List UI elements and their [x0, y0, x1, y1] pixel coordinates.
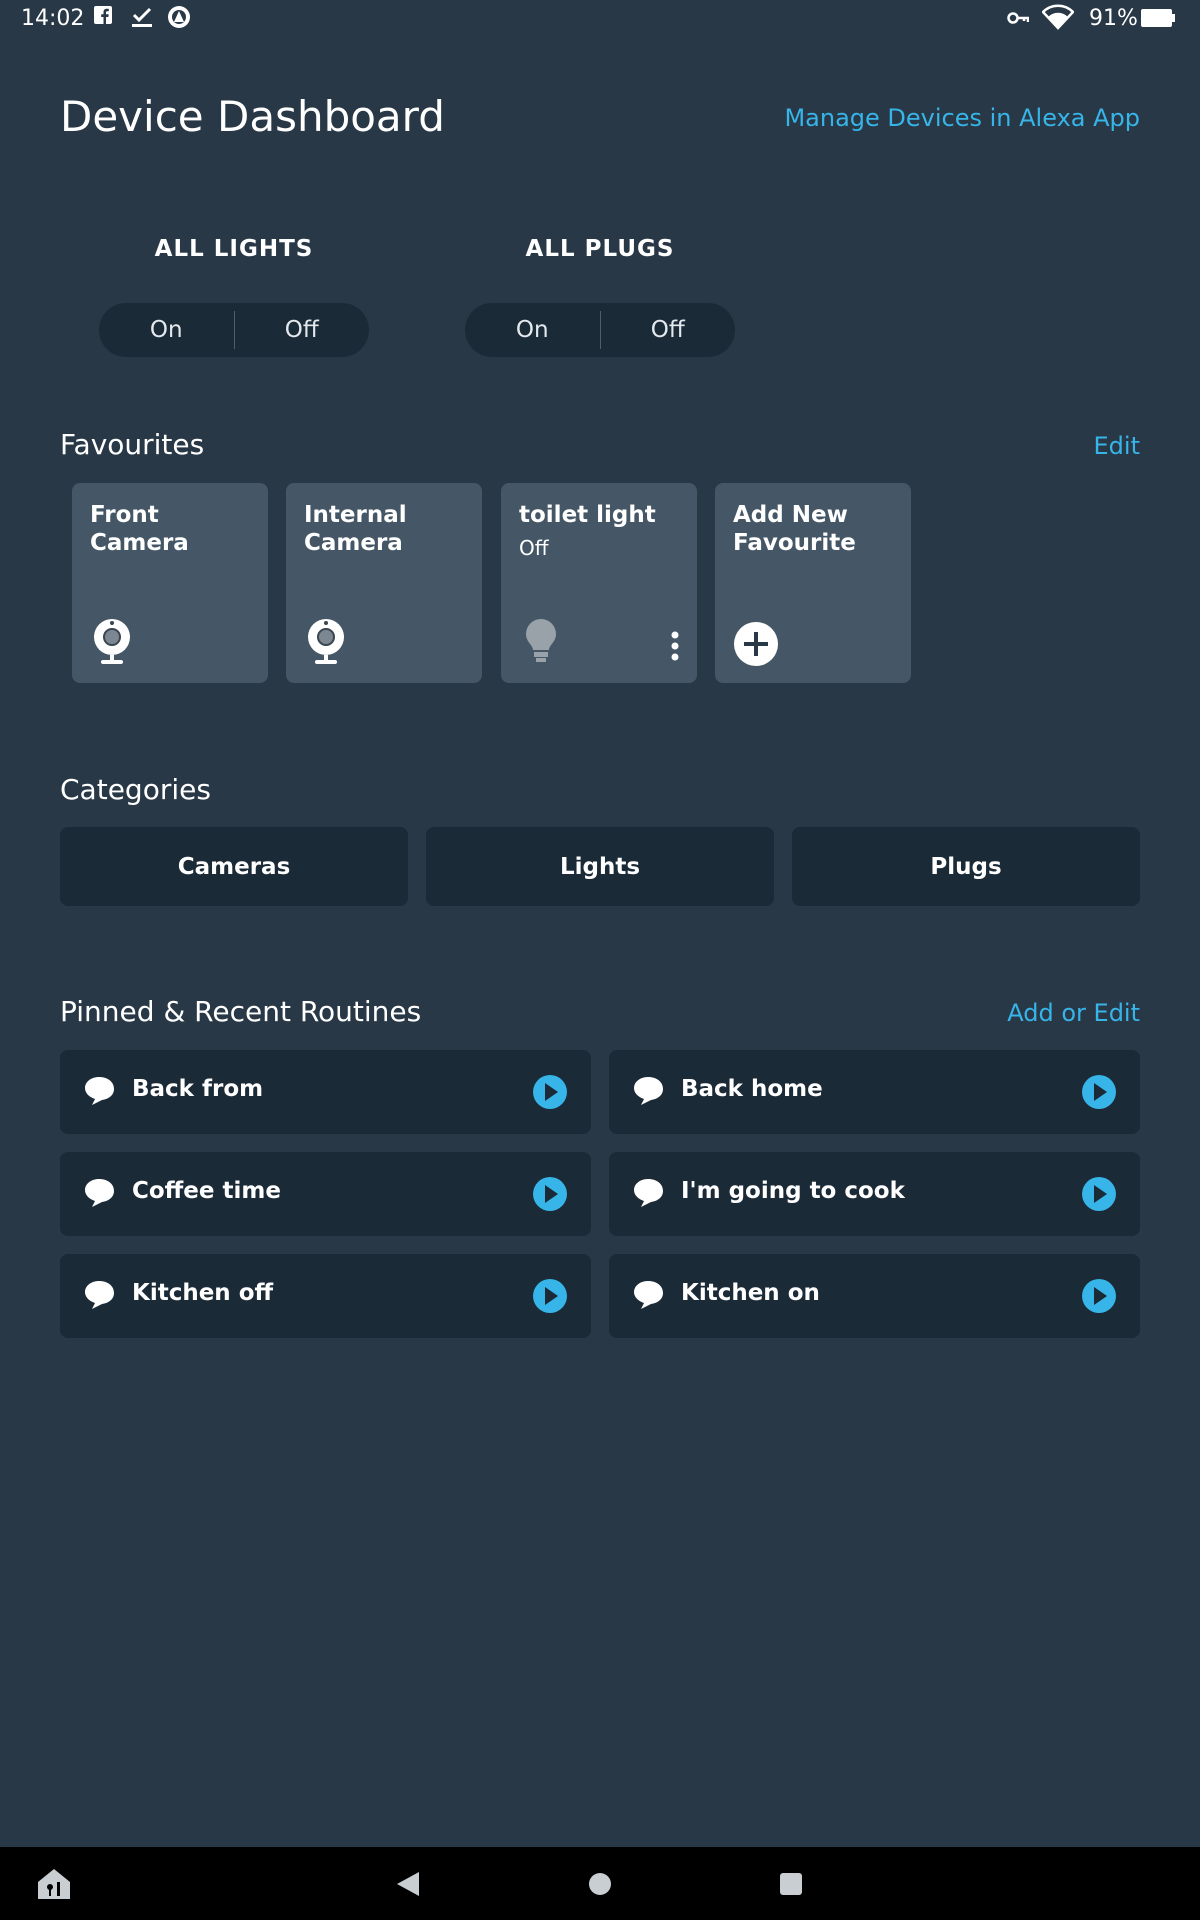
- category-plugs-button[interactable]: Plugs: [792, 827, 1140, 906]
- status-bar: 14:02 91%: [0, 0, 1200, 38]
- favourite-card-front-camera[interactable]: Front Camera: [72, 483, 268, 683]
- more-options-icon[interactable]: [671, 631, 679, 665]
- status-time: 14:02: [21, 6, 85, 31]
- play-icon[interactable]: [1082, 1177, 1116, 1215]
- routines-add-or-edit-link[interactable]: Add or Edit: [1007, 999, 1140, 1027]
- vpn-key-icon: [1007, 10, 1030, 29]
- all-lights-label: ALL LIGHTS: [154, 236, 314, 262]
- category-lights-button[interactable]: Lights: [426, 827, 774, 906]
- favourite-name: Internal Camera: [304, 502, 407, 556]
- recents-icon[interactable]: [767, 1847, 815, 1920]
- routines-title: Pinned & Recent Routines: [60, 995, 422, 1028]
- light-bulb-icon: [525, 618, 557, 668]
- routine-im-going-to-cook[interactable]: I'm going to cook: [609, 1152, 1140, 1236]
- home-device-icon[interactable]: [30, 1847, 78, 1920]
- speech-bubble-icon: [84, 1178, 116, 1212]
- routine-name: Kitchen off: [132, 1280, 274, 1306]
- all-lights-on-button[interactable]: On: [99, 303, 234, 357]
- routine-name: I'm going to cook: [681, 1178, 905, 1204]
- speech-bubble-icon: [84, 1076, 116, 1110]
- speech-bubble-icon: [633, 1280, 665, 1314]
- favourite-name: Front Camera: [90, 502, 189, 556]
- routine-coffee-time[interactable]: Coffee time: [60, 1152, 591, 1236]
- routine-back-home[interactable]: Back home: [609, 1050, 1140, 1134]
- all-lights-switch: On Off: [99, 303, 369, 357]
- system-nav-bar: [0, 1847, 1200, 1920]
- routine-name: Kitchen on: [681, 1280, 820, 1306]
- favourite-name: Add New Favourite: [733, 502, 856, 556]
- routine-back-from[interactable]: Back from: [60, 1050, 591, 1134]
- favourites-title: Favourites: [60, 428, 205, 461]
- routine-kitchen-off[interactable]: Kitchen off: [60, 1254, 591, 1338]
- speech-bubble-icon: [633, 1178, 665, 1212]
- battery-icon: [1141, 9, 1175, 31]
- all-lights-group: ALL LIGHTS On Off: [99, 236, 369, 357]
- all-plugs-label: ALL PLUGS: [525, 236, 675, 262]
- camera-icon: [92, 619, 132, 669]
- all-lights-off-button[interactable]: Off: [235, 303, 370, 357]
- speech-bubble-icon: [84, 1280, 116, 1314]
- play-icon[interactable]: [1082, 1075, 1116, 1113]
- routine-name: Coffee time: [132, 1178, 281, 1204]
- play-icon[interactable]: [1082, 1279, 1116, 1317]
- speech-bubble-icon: [633, 1076, 665, 1110]
- alexa-notification-icon: [167, 5, 191, 33]
- play-icon[interactable]: [533, 1279, 567, 1317]
- manage-devices-link[interactable]: Manage Devices in Alexa App: [784, 104, 1140, 132]
- camera-icon: [306, 619, 346, 669]
- favourites-edit-link[interactable]: Edit: [1094, 432, 1140, 460]
- favourite-name: toilet light: [519, 502, 656, 528]
- page-title: Device Dashboard: [60, 92, 445, 141]
- all-plugs-switch: On Off: [465, 303, 735, 357]
- all-plugs-on-button[interactable]: On: [465, 303, 600, 357]
- play-icon[interactable]: [533, 1177, 567, 1215]
- routine-name: Back from: [132, 1076, 264, 1102]
- check-icon: [132, 6, 152, 32]
- device-dashboard-screen: 14:02 91% Device Dashboard Manage Device…: [0, 0, 1200, 1920]
- wifi-icon: [1041, 4, 1075, 34]
- all-plugs-group: ALL PLUGS On Off: [465, 236, 735, 357]
- add-new-favourite-card[interactable]: Add New Favourite: [715, 483, 911, 683]
- routine-name: Back home: [681, 1076, 823, 1102]
- favourite-status: Off: [519, 536, 549, 560]
- favourite-card-toilet-light[interactable]: toilet light Off: [501, 483, 697, 683]
- category-cameras-button[interactable]: Cameras: [60, 827, 408, 906]
- plus-circle-icon: [734, 622, 778, 670]
- favourite-card-internal-camera[interactable]: Internal Camera: [286, 483, 482, 683]
- home-icon[interactable]: [576, 1847, 624, 1920]
- facebook-icon: [94, 6, 112, 28]
- battery-percentage: 91%: [1089, 6, 1138, 31]
- routine-kitchen-on[interactable]: Kitchen on: [609, 1254, 1140, 1338]
- back-icon[interactable]: [384, 1847, 432, 1920]
- all-plugs-off-button[interactable]: Off: [601, 303, 736, 357]
- play-icon[interactable]: [533, 1075, 567, 1113]
- categories-title: Categories: [60, 773, 211, 806]
